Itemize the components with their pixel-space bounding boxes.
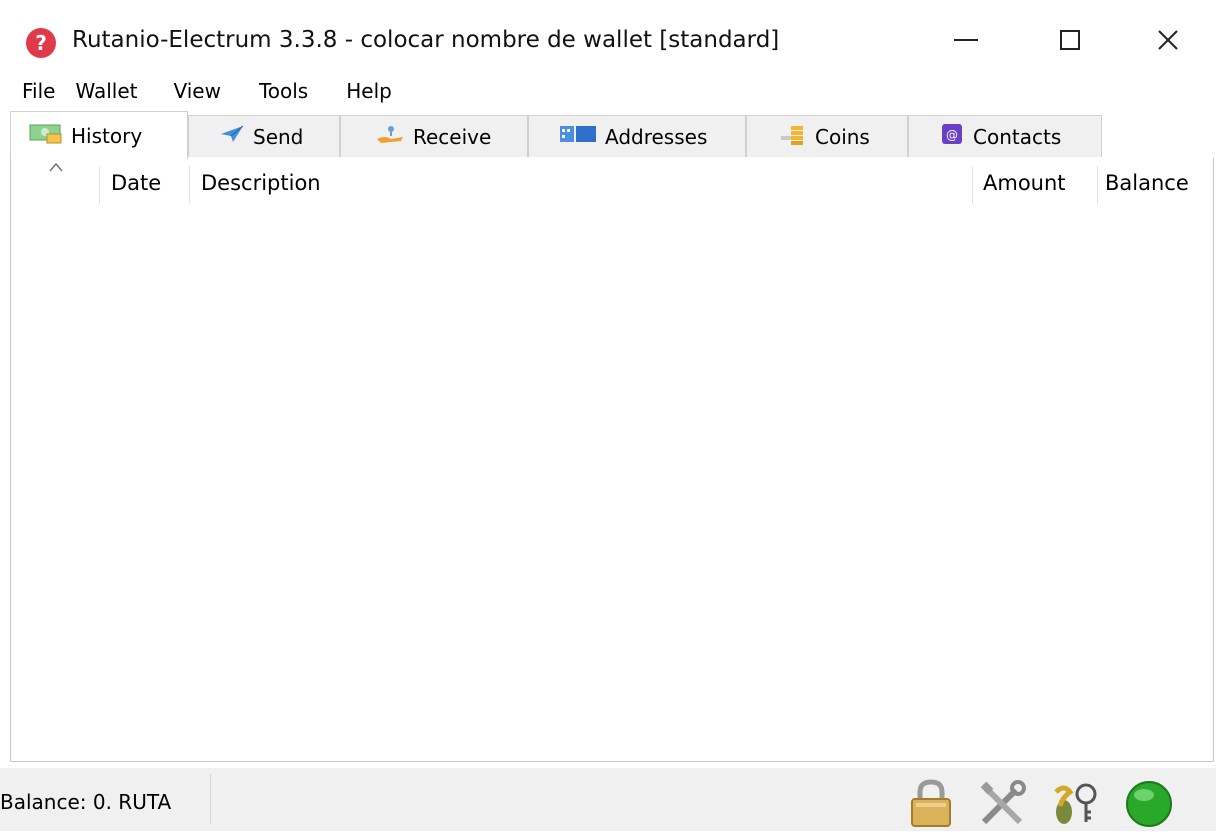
seed-button[interactable] (1050, 778, 1104, 828)
tab-contacts-label: Contacts (973, 124, 1062, 149)
maximize-button[interactable] (1040, 18, 1100, 62)
lock-button[interactable] (904, 778, 958, 828)
minimize-button[interactable] (936, 18, 996, 62)
menu-file[interactable]: File (0, 76, 75, 106)
close-button[interactable] (1138, 18, 1198, 62)
menu-tools[interactable]: Tools (241, 76, 328, 106)
close-icon (1158, 30, 1178, 50)
tab-history-label: History (71, 123, 143, 148)
status-divider (210, 774, 211, 824)
status-bar: Balance: 0. RUTA (0, 768, 1216, 831)
history-table[interactable]: Date Description Amount Balance (10, 158, 1214, 762)
coins-icon (779, 122, 807, 151)
column-header-balance[interactable]: Balance (1105, 158, 1189, 204)
network-status-icon (1126, 781, 1172, 827)
menu-view[interactable]: View (155, 76, 240, 106)
minimize-icon (954, 39, 978, 41)
seed-icon (1054, 783, 1097, 824)
balance-status: Balance: 0. RUTA (0, 790, 172, 814)
send-icon (219, 124, 245, 149)
tab-coins[interactable]: Coins (746, 115, 908, 157)
column-header-amount[interactable]: Amount (983, 158, 1066, 204)
tab-send[interactable]: Send (188, 115, 340, 157)
preferences-button[interactable] (976, 778, 1030, 828)
maximize-icon (1060, 30, 1080, 50)
contacts-icon: @ (941, 123, 965, 150)
tab-addresses-label: Addresses (605, 124, 708, 149)
preferences-icon (980, 780, 1026, 825)
title-bar: ? Rutanio-Electrum 3.3.8 - colocar nombr… (0, 0, 1216, 84)
tab-receive-label: Receive (413, 124, 492, 149)
network-status-button[interactable] (1122, 778, 1176, 828)
app-logo-icon: ? (26, 28, 56, 58)
menu-wallet[interactable]: Wallet (75, 76, 155, 106)
table-header: Date Description Amount Balance (11, 158, 1213, 204)
addresses-icon (559, 124, 597, 149)
column-header-description[interactable]: Description (201, 158, 321, 204)
receive-icon (375, 123, 405, 150)
window-title: Rutanio-Electrum 3.3.8 - colocar nombre … (72, 27, 780, 53)
menu-help[interactable]: Help (328, 76, 412, 106)
history-icon (29, 122, 63, 149)
tab-contacts[interactable]: @ Contacts (908, 115, 1102, 157)
tab-coins-label: Coins (815, 124, 870, 149)
svg-text:@: @ (946, 128, 958, 142)
column-separator[interactable] (189, 166, 190, 204)
tab-bar: History Send Receive Addresses Coins @ C… (10, 111, 1214, 159)
tab-history[interactable]: History (10, 111, 188, 159)
column-separator[interactable] (99, 166, 100, 204)
tab-receive[interactable]: Receive (340, 115, 528, 157)
tab-addresses[interactable]: Addresses (528, 115, 746, 157)
column-separator[interactable] (1097, 166, 1098, 204)
menu-bar: File Wallet View Tools Help (0, 76, 412, 106)
sort-ascending-icon[interactable] (49, 162, 63, 172)
tab-send-label: Send (253, 124, 304, 149)
lock-icon (911, 779, 951, 827)
column-header-date[interactable]: Date (111, 158, 161, 204)
column-separator[interactable] (972, 166, 973, 204)
